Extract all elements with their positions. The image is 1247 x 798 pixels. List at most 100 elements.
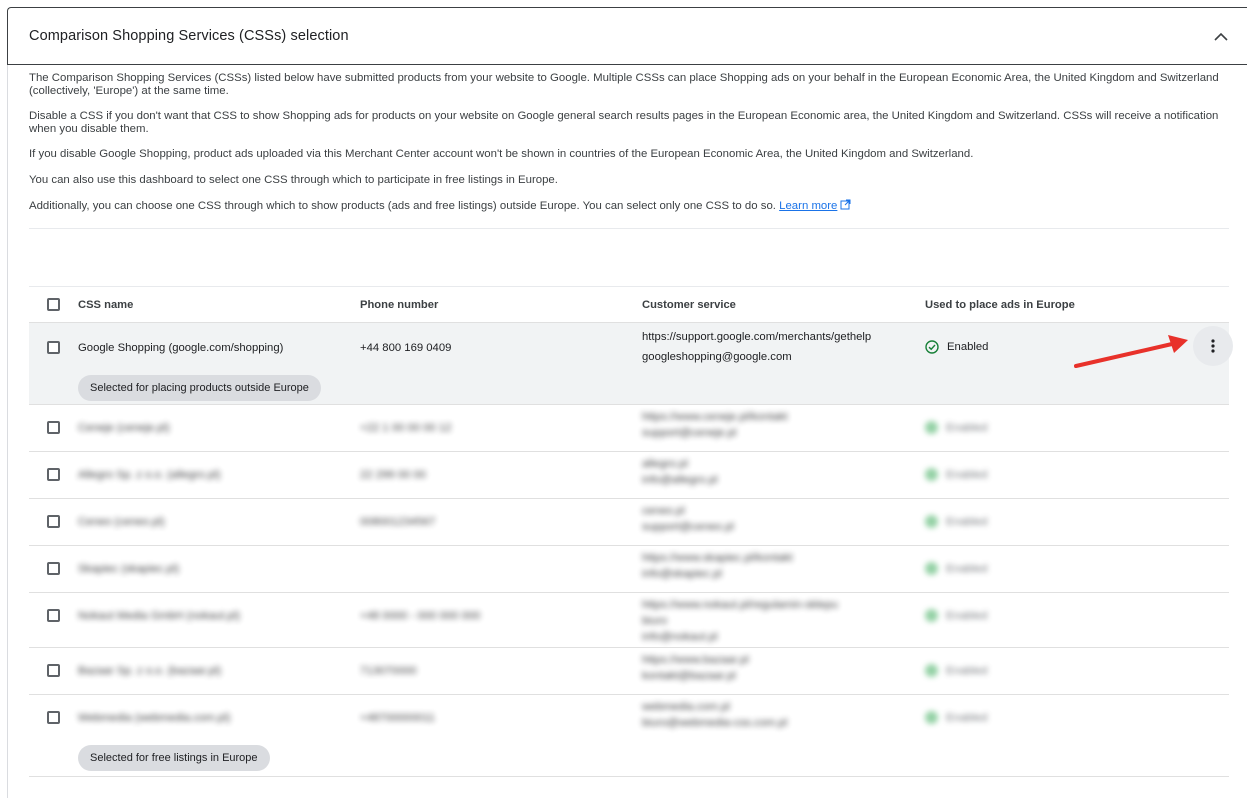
status-badge: Enabled [925, 515, 987, 528]
row-checkbox[interactable] [47, 421, 60, 434]
table-row[interactable]: Skapiec (skapiec.pl) https://www.skapiec.… [29, 546, 1229, 593]
customer-service-email: info@nokaut.pl [642, 631, 718, 643]
customer-service-cell: ceneo.pl support@ceneo.pl [642, 503, 734, 535]
header-css-name: CSS name [78, 299, 134, 311]
customer-service-extra: biuro [642, 615, 668, 627]
customer-service-url: webmedia.com.pl [642, 701, 730, 713]
row-checkbox[interactable] [47, 515, 60, 528]
check-circle-icon [925, 468, 938, 481]
intro-paragraph-3: If you disable Google Shopping, product … [29, 148, 974, 160]
check-circle-icon [925, 562, 938, 575]
status-text: Enabled [946, 421, 988, 434]
status-text: Enabled [946, 562, 988, 575]
panel-header[interactable]: Comparison Shopping Services (CSSs) sele… [7, 7, 1247, 65]
panel-left-border [7, 65, 8, 798]
phone-cell: 22 299 00 00 [360, 469, 426, 481]
row-checkbox[interactable] [47, 609, 60, 622]
table-row[interactable]: Google Shopping (google.com/shopping) +4… [29, 323, 1233, 405]
status-badge: Enabled [925, 562, 987, 575]
collapse-button[interactable] [1209, 25, 1233, 49]
check-circle-icon [925, 609, 938, 622]
check-circle-icon [925, 515, 938, 528]
phone-cell: 008001234567 [360, 516, 436, 528]
header-customer-service: Customer service [642, 299, 736, 311]
status-badge: Enabled [925, 664, 987, 677]
intro-text: The Comparison Shopping Services (CSSs) … [29, 72, 1229, 226]
css-name-cell: Bazaar Sp. z o.o. (bazaar.pl) [78, 665, 222, 677]
red-arrow-annotation [1074, 335, 1188, 368]
check-circle-icon [925, 340, 939, 354]
header-phone-number: Phone number [360, 299, 439, 311]
table-row[interactable]: Ceneo (ceneo.pl) 008001234567 ceneo.pl supp… [29, 499, 1229, 546]
customer-service-cell: allegro.pl info@allegro.pl [642, 456, 718, 488]
chevron-up-icon [1214, 32, 1228, 41]
customer-service-url: https://www.bazaar.pl [642, 654, 749, 666]
selected-free-listings-chip: Selected for free listings in Europe [78, 745, 270, 771]
check-circle-icon [925, 664, 938, 677]
row-checkbox[interactable] [47, 341, 60, 354]
intro-paragraph-2: Disable a CSS if you don't want that CSS… [29, 110, 1219, 135]
css-name-cell: Allegro Sp. z o.o. (allegro.pl) [78, 469, 221, 481]
table-row[interactable]: Webmedia (webmedia.com.pl) +48700000011 we… [29, 695, 1229, 777]
row-checkbox[interactable] [47, 562, 60, 575]
table-row[interactable]: Allegro Sp. z o.o. (allegro.pl) 22 299 00… [29, 452, 1229, 499]
status-badge: Enabled [925, 468, 987, 481]
customer-service-url: allegro.pl [642, 458, 688, 470]
intro-divider [29, 228, 1229, 229]
table-row[interactable]: Nokaut Media GmbH (nokaut.pl) +48 0000 - … [29, 593, 1229, 648]
customer-service-email: kontakt@bazaar.pl [642, 670, 736, 682]
table-row[interactable]: Bazaar Sp. z o.o. (bazaar.pl) 713070000 ht… [29, 648, 1229, 695]
customer-service-email: biuro@webmedia-css.com.pl [642, 717, 788, 729]
customer-service-cell: https://www.nokaut.pl/regulamin-sklepu bi… [642, 597, 838, 645]
row-checkbox[interactable] [47, 664, 60, 677]
status-text: Enabled [946, 515, 988, 528]
row-menu-button[interactable] [1193, 326, 1233, 366]
customer-service-cell: webmedia.com.pl biuro@webmedia-css.com.pl [642, 699, 787, 731]
check-circle-icon [925, 421, 938, 434]
check-circle-icon [925, 711, 938, 724]
css-name-cell: Nokaut Media GmbH (nokaut.pl) [78, 610, 240, 622]
open-in-new-icon [840, 199, 851, 210]
intro-paragraph-5: Additionally, you can choose one CSS thr… [29, 199, 1229, 213]
status-text: Enabled [946, 609, 988, 622]
css-name-cell: Google Shopping (google.com/shopping) [78, 342, 284, 354]
row-checkbox[interactable] [47, 468, 60, 481]
css-name-cell: Ceneje (ceneje.pl) [78, 422, 170, 434]
learn-more-link[interactable]: Learn more [779, 200, 837, 212]
intro-paragraph-5-text: Additionally, you can choose one CSS thr… [29, 200, 776, 212]
select-all-checkbox[interactable] [47, 298, 60, 311]
customer-service-email: info@skapiec.pl [642, 568, 722, 580]
status-text: Enabled [946, 468, 988, 481]
customer-service-email: support@ceneje.pl [642, 427, 737, 439]
intro-paragraph-4: You can also use this dashboard to selec… [29, 173, 558, 186]
header-used-in-europe: Used to place ads in Europe [925, 299, 1075, 311]
customer-service-url: ceneo.pl [642, 505, 685, 517]
phone-cell: +48 0000 - 000 000 000 [360, 610, 481, 622]
customer-service-cell: https://www.bazaar.pl kontakt@bazaar.pl [642, 652, 749, 684]
more-vert-icon [1211, 339, 1215, 353]
status-badge: Enabled [925, 711, 987, 724]
status-badge: Enabled [925, 609, 987, 622]
phone-cell: +48700000011 [360, 712, 435, 724]
customer-service-cell: https://www.skapiec.pl/kontakt info@skapi… [642, 550, 793, 582]
phone-cell: +44 800 169 0409 [360, 342, 452, 354]
phone-cell: +22 1 00 00 00 12 [360, 422, 452, 434]
panel-title: Comparison Shopping Services (CSSs) sele… [29, 28, 349, 44]
customer-service-cell: https://support.google.com/merchants/get… [642, 329, 871, 365]
row-checkbox[interactable] [47, 711, 60, 724]
customer-service-url: https://support.google.com/merchants/get… [642, 331, 872, 343]
customer-service-email: info@allegro.pl [642, 474, 718, 486]
customer-service-email: support@ceneo.pl [642, 521, 734, 533]
intro-paragraph-1: The Comparison Shopping Services (CSSs) … [29, 72, 1219, 97]
phone-cell: 713070000 [360, 665, 417, 677]
status-text: Enabled [946, 711, 988, 724]
customer-service-email: googleshopping@google.com [642, 351, 792, 363]
table-header-row: CSS name Phone number Customer service U… [29, 287, 1229, 323]
css-name-cell: Skapiec (skapiec.pl) [78, 563, 180, 575]
customer-service-url: https://www.nokaut.pl/regulamin-sklepu [642, 599, 838, 611]
css-name-cell: Ceneo (ceneo.pl) [78, 516, 165, 528]
table-row[interactable]: Ceneje (ceneje.pl) +22 1 00 00 00 12 https… [29, 405, 1229, 452]
status-text: Enabled [946, 664, 988, 677]
status-badge: Enabled [925, 421, 987, 434]
css-name-cell: Webmedia (webmedia.com.pl) [78, 712, 231, 724]
